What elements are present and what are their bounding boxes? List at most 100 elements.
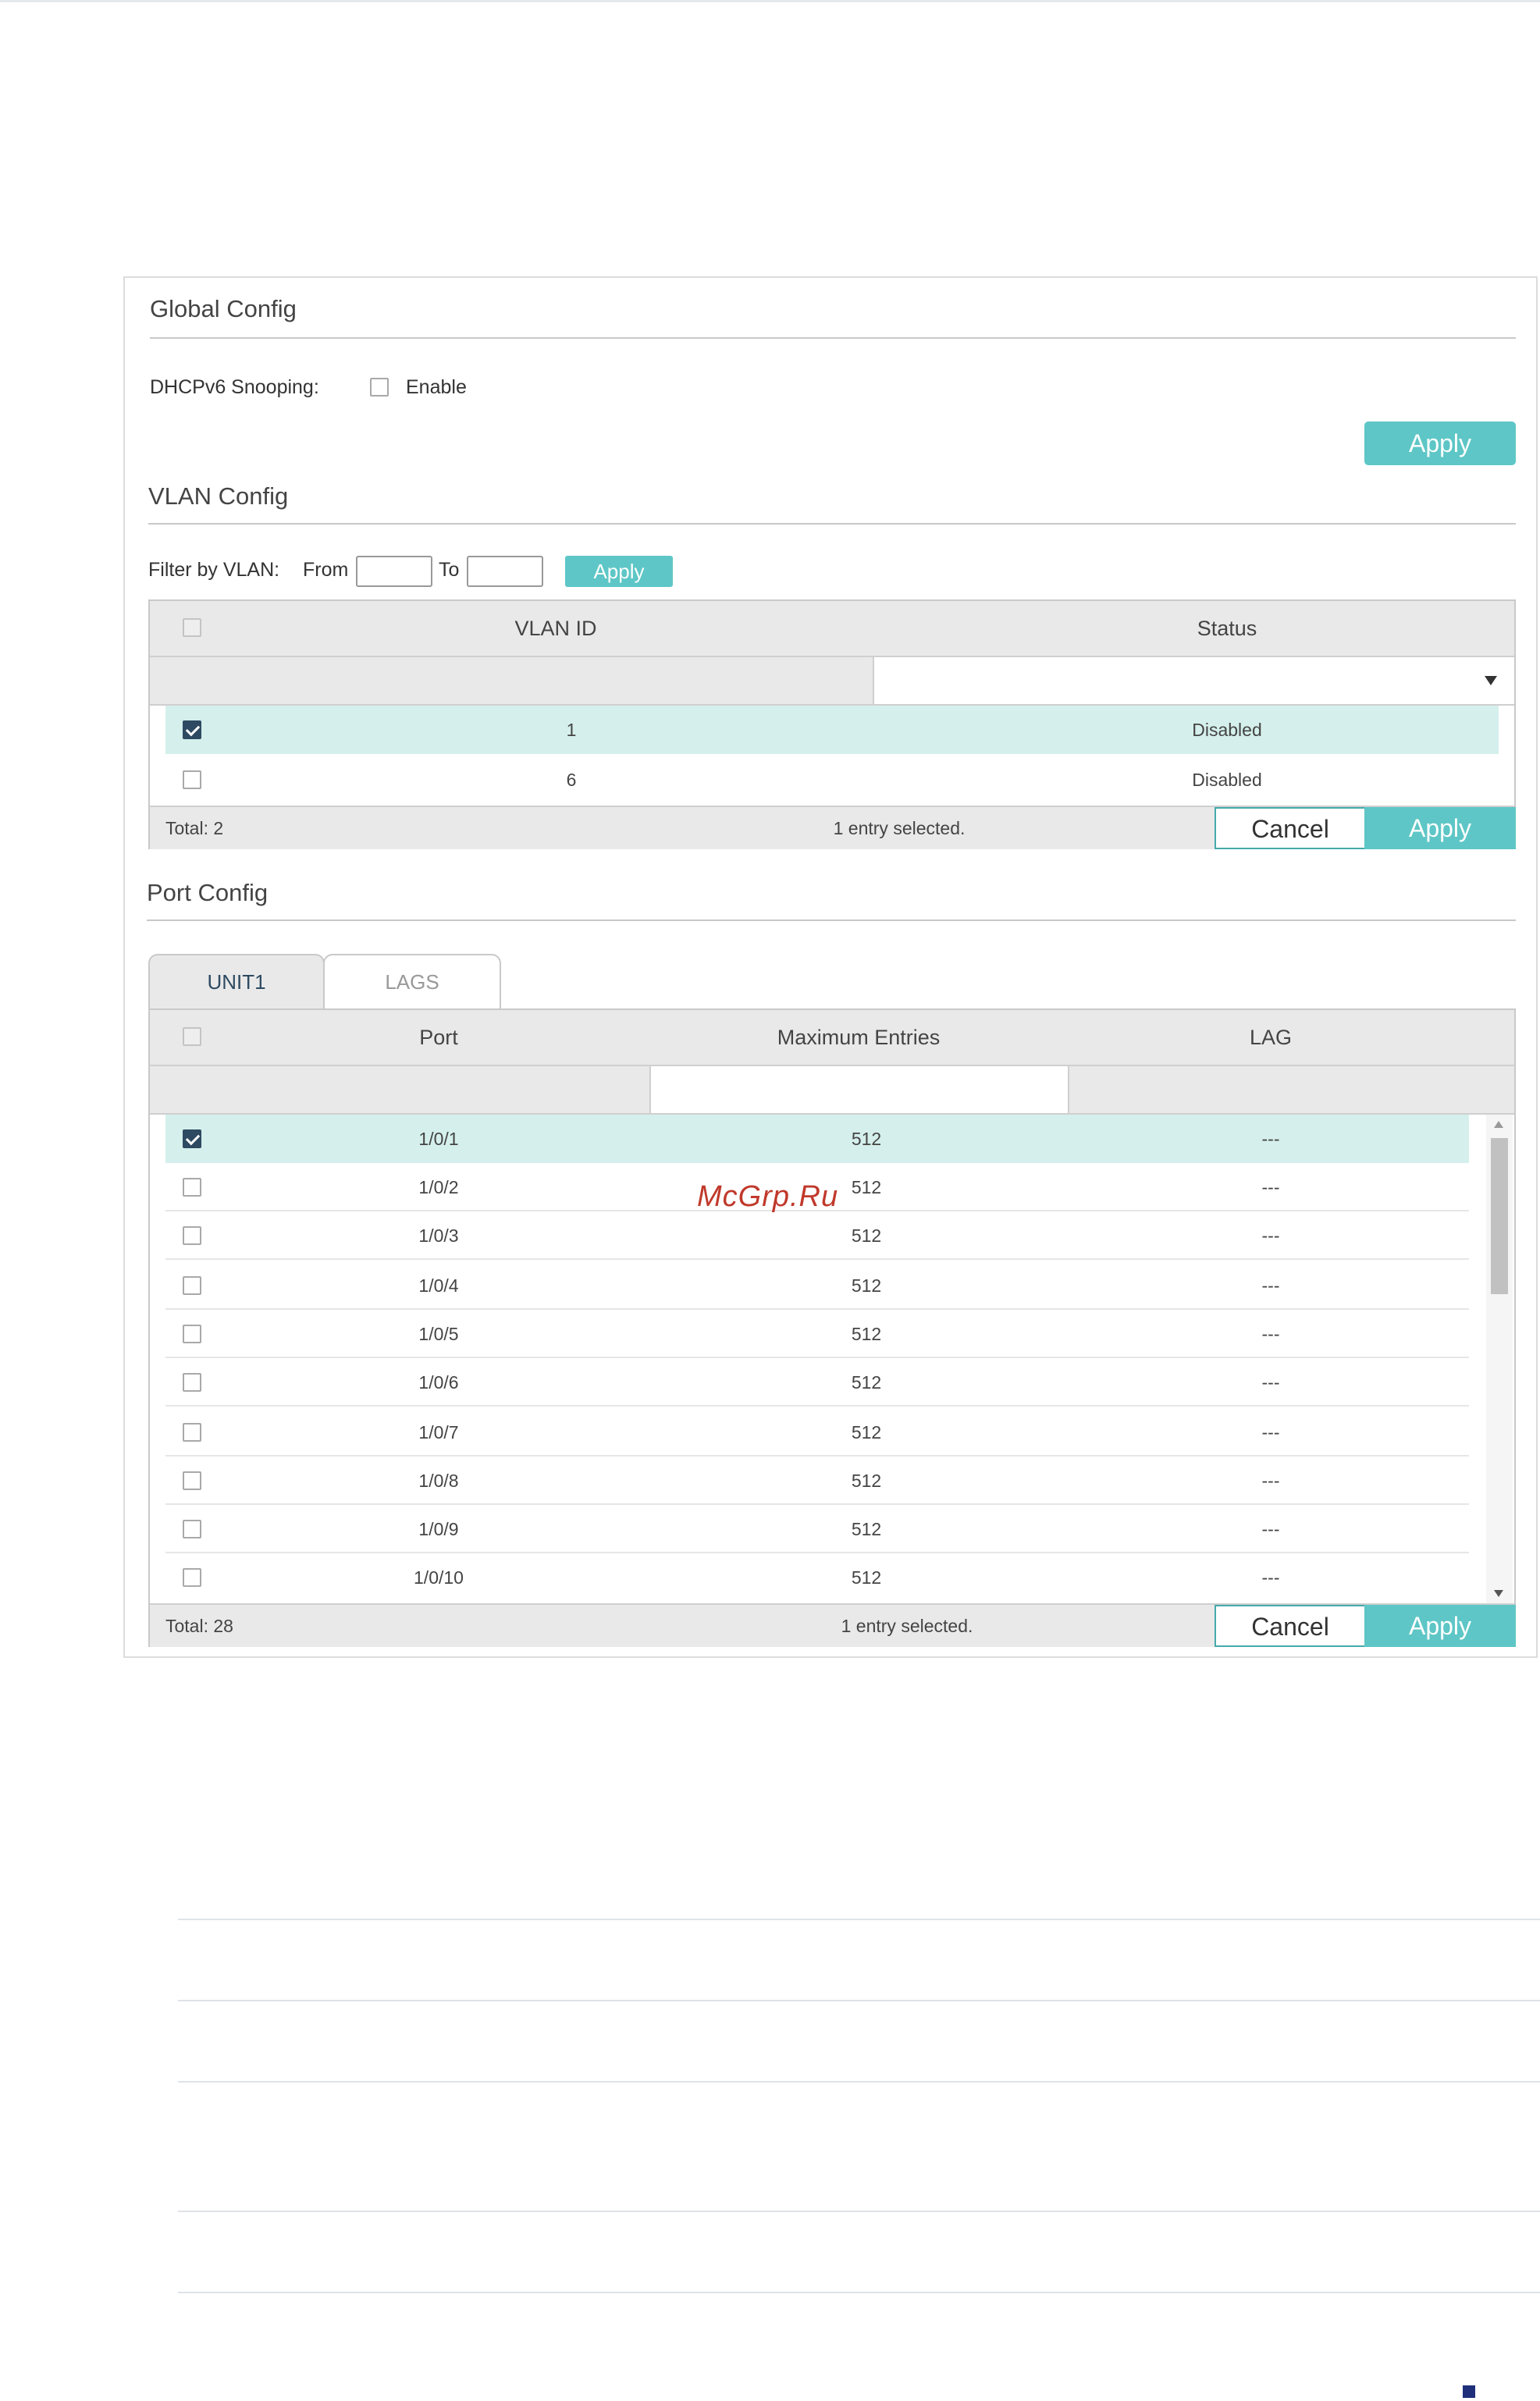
table-row[interactable]: 1/0/4 512 ---	[165, 1261, 1469, 1310]
port-apply-button[interactable]: Apply	[1364, 1605, 1516, 1647]
enable-label: Enable	[406, 376, 467, 398]
vlan-select-all-checkbox[interactable]	[183, 618, 201, 637]
port-cell: 1/0/3	[418, 1225, 459, 1246]
port-cell: 1/0/6	[418, 1372, 459, 1393]
port-cancel-button[interactable]: Cancel	[1215, 1605, 1366, 1647]
lag-cell: ---	[1261, 1275, 1280, 1296]
row-checkbox[interactable]	[183, 1520, 201, 1538]
lag-cell: ---	[1261, 1372, 1280, 1393]
port-table-footer: Total: 28 1 entry selected. Cancel Apply	[150, 1603, 1516, 1647]
chevron-down-icon	[1485, 676, 1497, 685]
vlan-cancel-button[interactable]: Cancel	[1215, 807, 1366, 849]
lag-cell: ---	[1261, 1129, 1280, 1149]
vlan-table-footer: Total: 2 1 entry selected. Cancel Apply	[150, 806, 1516, 849]
status-cell: Disabled	[1192, 720, 1262, 740]
port-cell: 1/0/4	[418, 1275, 459, 1296]
max-entries-column-header: Maximum Entries	[777, 1026, 941, 1049]
port-cell: 1/0/2	[418, 1177, 459, 1197]
port-cell: 1/0/1	[418, 1129, 459, 1149]
port-config-title: Port Config	[147, 879, 269, 906]
vlan-filter-row	[150, 657, 1514, 706]
max-entries-cell: 512	[851, 1519, 882, 1539]
scrollbar-thumb[interactable]	[1491, 1138, 1508, 1294]
lag-cell: ---	[1261, 1567, 1280, 1588]
max-entries-cell: 512	[851, 1372, 882, 1393]
page-marker-icon	[1463, 2385, 1475, 2398]
max-entries-cell: 512	[851, 1225, 882, 1246]
tab-unit1[interactable]: UNIT1	[148, 954, 325, 1008]
status-filter-select[interactable]	[873, 657, 1514, 704]
port-table-header: Port Maximum Entries LAG	[150, 1010, 1514, 1066]
watermark-text: McGrp.Ru	[697, 1180, 839, 1213]
lag-cell: ---	[1261, 1422, 1280, 1442]
table-row[interactable]: 1 Disabled	[165, 706, 1499, 754]
lag-cell: ---	[1261, 1519, 1280, 1539]
top-divider	[0, 0, 1540, 2]
scroll-up-icon[interactable]	[1494, 1121, 1503, 1128]
vlan-apply-button[interactable]: Apply	[1364, 807, 1516, 849]
table-row[interactable]: 1/0/1 512 ---	[165, 1115, 1469, 1163]
status-column-header: Status	[1197, 617, 1257, 640]
row-checkbox[interactable]	[183, 1325, 201, 1343]
port-config-divider	[147, 919, 1516, 921]
lag-column-header: LAG	[1249, 1026, 1293, 1049]
table-row[interactable]: 1/0/5 512 ---	[165, 1310, 1469, 1358]
table-row[interactable]: 1/0/10 512 ---	[165, 1553, 1469, 1602]
row-checkbox[interactable]	[183, 1276, 201, 1295]
row-divider	[165, 1258, 1469, 1260]
row-checkbox[interactable]	[183, 1226, 201, 1245]
port-table-scrollbar[interactable]	[1486, 1115, 1513, 1603]
vlan-table-header: VLAN ID Status	[150, 601, 1514, 657]
row-checkbox[interactable]	[183, 770, 201, 789]
max-entries-cell: 512	[851, 1129, 882, 1149]
port-cell: 1/0/9	[418, 1519, 459, 1539]
scroll-down-icon[interactable]	[1494, 1590, 1503, 1597]
port-filter-row	[150, 1066, 1514, 1115]
row-checkbox[interactable]	[183, 1373, 201, 1392]
port-cell: 1/0/10	[414, 1567, 464, 1588]
table-row[interactable]: 1/0/7 512 ---	[165, 1408, 1469, 1457]
row-checkbox[interactable]	[183, 1178, 201, 1197]
vlan-config-divider	[148, 523, 1516, 525]
from-label: From	[303, 559, 349, 581]
row-checkbox[interactable]	[183, 1471, 201, 1490]
port-cell: 1/0/5	[418, 1324, 459, 1344]
max-entries-cell: 512	[851, 1275, 882, 1296]
page-rule	[178, 1919, 1540, 1920]
global-apply-button[interactable]: Apply	[1364, 422, 1516, 465]
row-checkbox[interactable]	[183, 720, 201, 739]
vlan-id-cell: 6	[566, 770, 577, 790]
max-entries-cell: 512	[851, 1422, 882, 1442]
max-entries-cell: 512	[851, 1324, 882, 1344]
port-select-all-checkbox[interactable]	[183, 1027, 201, 1046]
lag-cell: ---	[1261, 1324, 1280, 1344]
lag-cell: ---	[1261, 1471, 1280, 1491]
row-divider	[165, 1405, 1469, 1407]
page-rule	[178, 2000, 1540, 2001]
row-checkbox[interactable]	[183, 1129, 201, 1148]
page-rule	[178, 2081, 1540, 2083]
vlan-from-input[interactable]	[356, 556, 432, 587]
vlan-id-cell: 1	[566, 720, 577, 740]
port-column-header: Port	[419, 1026, 458, 1049]
table-row[interactable]: 1/0/6 512 ---	[165, 1358, 1469, 1407]
vlan-table: VLAN ID Status 1 Disabled 6 Disabled Tot…	[148, 599, 1516, 849]
table-row[interactable]: 6 Disabled	[165, 756, 1499, 804]
global-config-title: Global Config	[150, 295, 297, 322]
enable-checkbox[interactable]	[370, 378, 389, 397]
dhcpv6-snooping-label: DHCPv6 Snooping:	[150, 376, 319, 398]
tab-lags[interactable]: LAGS	[323, 954, 501, 1008]
port-cell: 1/0/7	[418, 1422, 459, 1442]
lag-cell: ---	[1261, 1225, 1280, 1246]
row-checkbox[interactable]	[183, 1568, 201, 1587]
table-row[interactable]: 1/0/9 512 ---	[165, 1505, 1469, 1553]
vlan-to-input[interactable]	[467, 556, 543, 587]
table-row[interactable]: 1/0/8 512 ---	[165, 1457, 1469, 1505]
vlan-config-title: VLAN Config	[148, 482, 289, 510]
vlan-total-text: Total: 2	[165, 818, 224, 838]
filter-by-vlan-label: Filter by VLAN:	[148, 559, 280, 581]
row-checkbox[interactable]	[183, 1423, 201, 1442]
table-row[interactable]: 1/0/3 512 ---	[165, 1211, 1469, 1260]
max-entries-filter-input[interactable]	[649, 1066, 1069, 1113]
filter-apply-button[interactable]: Apply	[565, 556, 673, 587]
